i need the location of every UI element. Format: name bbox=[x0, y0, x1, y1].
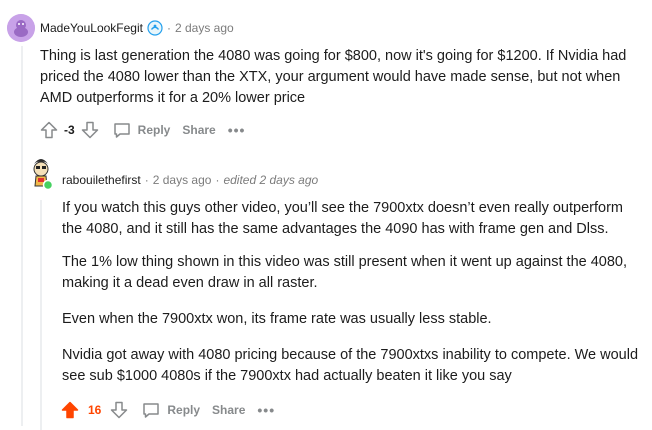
reply-paragraph-1: If you watch this guys other video, you’… bbox=[62, 200, 623, 237]
reply-label: Reply bbox=[137, 123, 171, 137]
online-status-icon bbox=[42, 179, 54, 191]
reply-timestamp[interactable]: 2 days ago bbox=[153, 173, 212, 187]
downvote-arrow-icon bbox=[81, 121, 98, 139]
comment-timestamp[interactable]: 2 days ago bbox=[175, 21, 234, 35]
share-label: Share bbox=[182, 123, 216, 137]
meta-separator: · bbox=[215, 173, 220, 187]
reply-paragraph-4: Nvidia got away with 4080 pricing becaus… bbox=[62, 347, 639, 384]
reply-meta: rabouilethefirst · 2 days ago · edited 2… bbox=[62, 173, 318, 187]
upvote-button[interactable] bbox=[37, 118, 61, 142]
comment-bubble-icon bbox=[113, 123, 130, 138]
snoo-avatar-icon bbox=[33, 159, 54, 191]
achievement-badge-icon[interactable] bbox=[147, 20, 163, 36]
user-avatar[interactable] bbox=[7, 14, 35, 42]
share-label: Share bbox=[212, 403, 246, 417]
comment-meta: MadeYouLookFegit · 2 days ago bbox=[40, 20, 234, 36]
reply-button[interactable]: Reply bbox=[106, 118, 177, 142]
reply-paragraph-3: Even when the 7900xtx won, its frame rat… bbox=[62, 311, 492, 327]
comment-bubble-icon bbox=[143, 403, 160, 418]
share-button[interactable]: Share bbox=[176, 118, 221, 142]
vote-score: 16 bbox=[88, 403, 102, 417]
reply-label: Reply bbox=[167, 403, 201, 417]
meta-separator: · bbox=[166, 21, 171, 35]
share-button[interactable]: Share bbox=[206, 398, 251, 422]
upvote-button[interactable] bbox=[58, 398, 82, 422]
reply-body: If you watch this guys other video, you’… bbox=[62, 198, 642, 387]
upvote-arrow-icon bbox=[61, 401, 79, 419]
more-options-button[interactable]: ••• bbox=[222, 122, 252, 138]
edited-timestamp: edited 2 days ago bbox=[223, 173, 319, 187]
reply-actions: 16 Reply Share ••• bbox=[58, 398, 281, 422]
downvote-button[interactable] bbox=[107, 398, 131, 422]
downvote-button[interactable] bbox=[78, 118, 102, 142]
thread-line-2[interactable] bbox=[40, 200, 42, 430]
comment-body: Thing is last generation the 4080 was go… bbox=[40, 46, 640, 109]
more-options-button[interactable]: ••• bbox=[251, 402, 281, 418]
thread-line-1[interactable] bbox=[21, 46, 23, 426]
vote-score: -3 bbox=[64, 123, 75, 137]
downvote-arrow-icon bbox=[111, 401, 128, 419]
comment-actions: -3 Reply Share ••• bbox=[37, 118, 251, 142]
meta-separator: · bbox=[144, 173, 149, 187]
reply-button[interactable]: Reply bbox=[135, 398, 206, 422]
comment-paragraph: Thing is last generation the 4080 was go… bbox=[40, 48, 627, 106]
upvote-arrow-icon bbox=[40, 121, 58, 139]
username-link[interactable]: MadeYouLookFegit bbox=[40, 21, 143, 35]
reply-user-avatar[interactable] bbox=[28, 156, 54, 192]
reply-username-link[interactable]: rabouilethefirst bbox=[62, 173, 141, 187]
snoo-avatar-icon bbox=[7, 14, 35, 42]
reply-paragraph-2: The 1% low thing shown in this video was… bbox=[62, 254, 628, 291]
